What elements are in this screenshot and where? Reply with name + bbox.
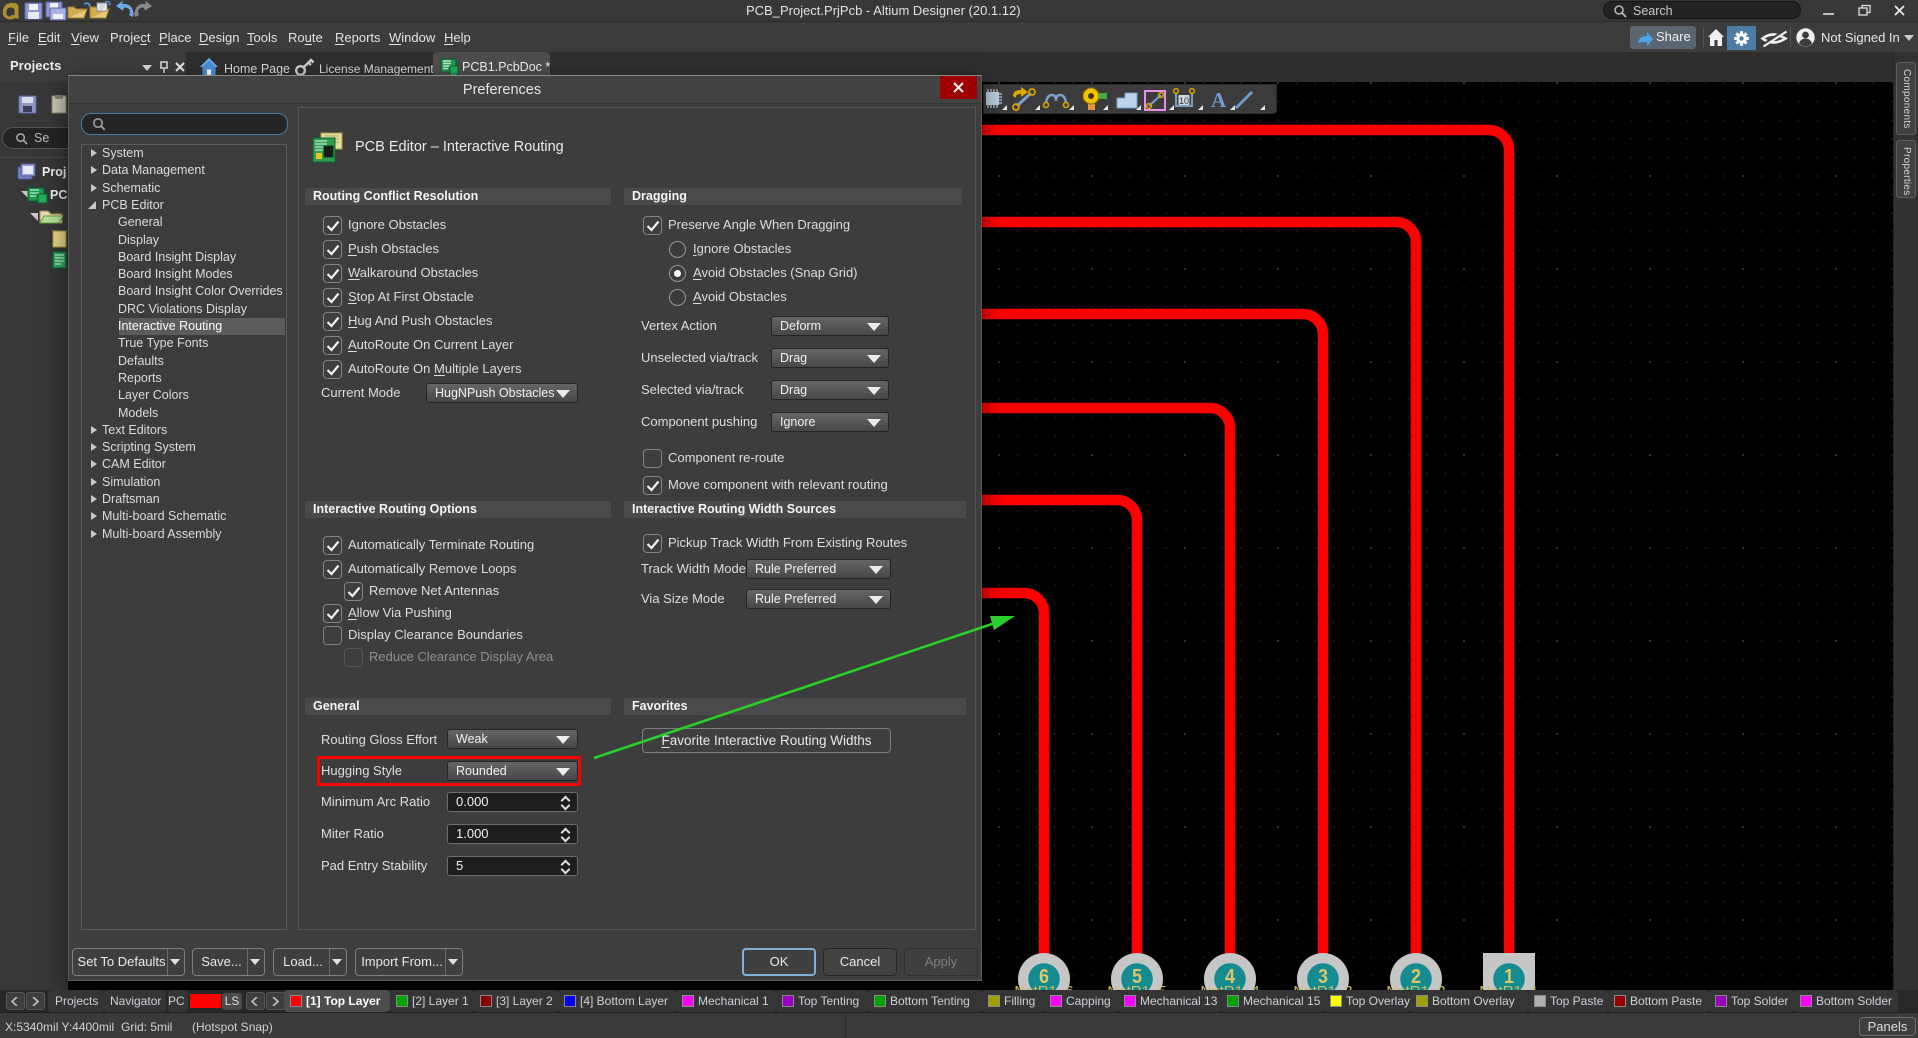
svg-text:NptR1_3: NptR1_3	[1293, 983, 1352, 990]
svg-text:NptR1_5: NptR1_5	[1107, 983, 1166, 990]
svg-text:NptR1_1: NptR1_1	[1479, 983, 1538, 990]
svg-text:NptR1_4: NptR1_4	[1200, 983, 1259, 990]
svg-text:A: A	[1211, 88, 1227, 112]
svg-text:NptR1_6: NptR1_6	[1014, 983, 1073, 990]
svg-text:10: 10	[1179, 96, 1189, 106]
svg-text:NptR1_2: NptR1_2	[1386, 983, 1445, 990]
svg-text:Proj: Proj	[42, 165, 66, 179]
svg-text:PC: PC	[50, 188, 67, 202]
